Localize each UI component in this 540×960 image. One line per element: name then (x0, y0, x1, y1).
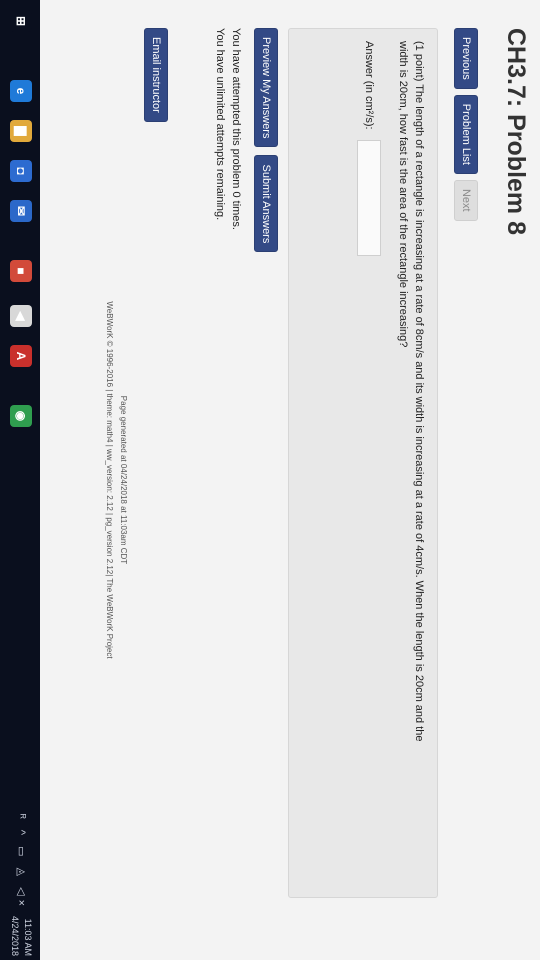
previous-button[interactable]: Previous (454, 28, 478, 89)
problem-box: (1 point) The length of a rectangle is i… (288, 28, 438, 898)
problem-text-line2: width is 20cm, how fast is the area of t… (397, 41, 409, 348)
email-instructor-button[interactable]: Email instructor (144, 28, 168, 122)
submit-answers-button[interactable]: Submit Answers (254, 155, 278, 253)
preview-answers-button[interactable]: Preview My Answers (254, 28, 278, 148)
answer-input[interactable] (357, 139, 381, 256)
edge-icon[interactable]: e (10, 80, 32, 102)
webwork-page: CH3.7: Problem 8 Previous Problem List N… (40, 0, 540, 960)
problem-text-line1: (1 point) The length of a rectangle is i… (413, 41, 425, 742)
problem-list-button[interactable]: Problem List (454, 94, 478, 174)
app-red-icon[interactable]: ■ (10, 260, 32, 282)
attempts-count: You have attempted this problem 0 times. (230, 28, 242, 230)
taskbar: ⊞ e ▇ ◘ ✉ ■ ◀ A ◉ ᴿ ^ ▭ ◬ ◁× 11:03 AM 4/24/2018 (0, 0, 40, 960)
system-tray[interactable]: ᴿ ^ ▭ ◬ ◁× (15, 814, 28, 910)
page-title: CH3.7: Problem 8 (502, 28, 530, 236)
page-generated-text: Page generated at 04/24/2018 at 11:03am … (119, 395, 128, 565)
folder-icon[interactable]: ▇ (10, 120, 32, 142)
acrobat-icon[interactable]: A (10, 345, 32, 367)
screen: CH3.7: Problem 8 Previous Problem List N… (0, 0, 540, 960)
footer: Page generated at 04/24/2018 at 11:03am … (102, 0, 130, 960)
copyright-text: WeBWorK © 1996-2016 | theme: math4 | ww_… (105, 301, 114, 659)
clock-time: 11:03 AM (23, 918, 33, 956)
store-icon[interactable]: ◘ (10, 160, 32, 182)
start-icon[interactable]: ⊞ (10, 10, 32, 32)
answer-label: Answer (in cm²/s): (363, 41, 375, 130)
answer-row: Answer (in cm²/s): (357, 41, 381, 885)
submit-row: Preview My Answers Submit Answers (254, 28, 278, 253)
next-button[interactable]: Next (454, 179, 478, 221)
clock[interactable]: 11:03 AM 4/24/2018 (8, 916, 34, 956)
email-section: Email instructor (144, 28, 168, 122)
mail-icon[interactable]: ✉ (10, 200, 32, 222)
problem-nav: Previous Problem List Next (454, 28, 478, 221)
attempts-info: You have attempted this problem 0 times.… (212, 28, 244, 230)
app-white-icon[interactable]: ◀ (10, 305, 32, 327)
clock-date: 4/24/2018 (10, 915, 20, 956)
attempts-remaining: You have unlimited attempts remaining. (214, 28, 226, 221)
chrome-icon[interactable]: ◉ (10, 405, 32, 427)
